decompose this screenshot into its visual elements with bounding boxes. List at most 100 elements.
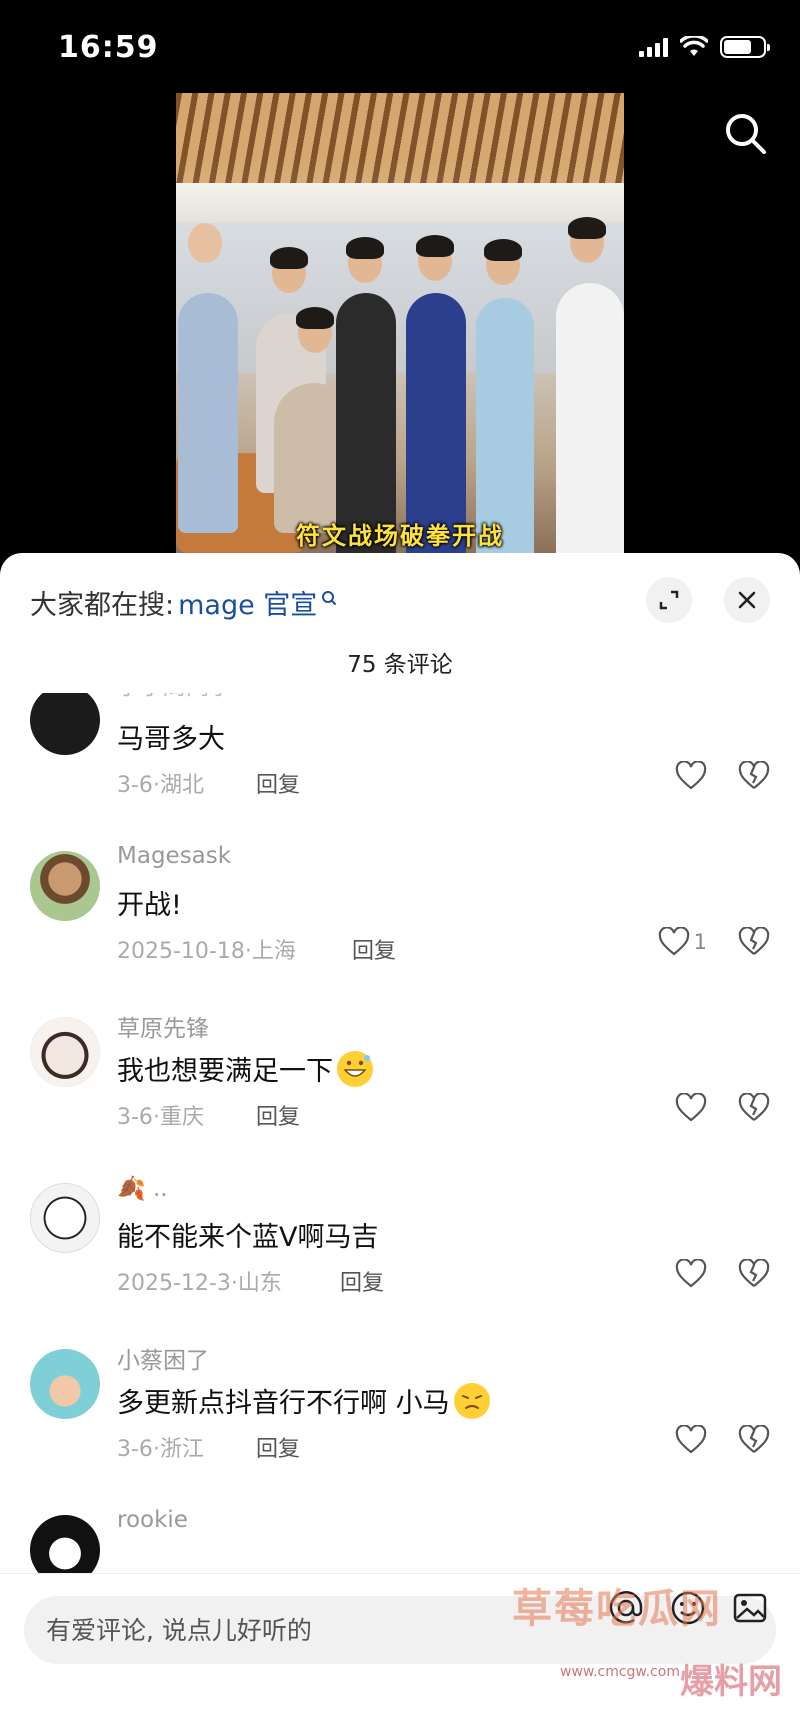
comment-date: 3-6 xyxy=(117,773,153,798)
like-button[interactable] xyxy=(675,1093,707,1123)
trending-prefix: 大家都在搜: xyxy=(30,590,175,621)
broken-heart-icon xyxy=(738,926,770,955)
comment-username[interactable]: 🍂 .. xyxy=(117,1175,168,1202)
watermark-side: 爆料网 xyxy=(680,1662,782,1702)
dislike-button[interactable] xyxy=(738,926,770,961)
meta-separator: · xyxy=(230,1271,238,1296)
signal-icon xyxy=(639,37,668,57)
comment-username[interactable]: 草原先锋 xyxy=(117,1009,209,1043)
video-person-hair xyxy=(484,239,522,261)
trending-search[interactable]: 大家都在搜: mage 官宣 xyxy=(30,583,337,622)
video-ceiling xyxy=(176,93,624,183)
comment-text: 我也想要满足一下 xyxy=(117,1049,373,1088)
broken-heart-icon xyxy=(738,1258,770,1287)
comment-input[interactable] xyxy=(46,1615,526,1645)
avatar[interactable] xyxy=(30,1017,100,1087)
image-icon[interactable] xyxy=(730,1588,770,1628)
like-button[interactable]: 1 xyxy=(658,927,707,957)
video-person-hair xyxy=(270,247,308,269)
video-person xyxy=(556,283,624,555)
meta-separator: · xyxy=(244,939,252,964)
comment-text-value: 能不能来个蓝V啊马吉 xyxy=(117,1222,379,1253)
heart-icon xyxy=(658,927,689,956)
comment-text-value: 我也想要满足一下 xyxy=(117,1056,333,1087)
heart-icon xyxy=(675,761,707,790)
reply-button[interactable]: 回复 xyxy=(256,1099,300,1131)
search-icon[interactable] xyxy=(722,110,770,158)
heart-icon xyxy=(675,1425,707,1454)
comment-sheet: 大家都在搜: mage 官宣 75 条评论 小小周同学 马哥多大 3-6·湖北 … xyxy=(0,553,800,1731)
comment-location: 湖北 xyxy=(159,773,204,798)
status-time: 16:59 xyxy=(58,30,159,65)
video-caption: 符文战场破拳开战 xyxy=(296,522,504,550)
trending-keyword[interactable]: mage 官宣 xyxy=(178,583,317,622)
avatar[interactable] xyxy=(30,693,100,755)
comment-username[interactable]: 小蔡困了 xyxy=(117,1341,209,1375)
comment-text-value: 开战! xyxy=(117,890,182,921)
video-person-hair xyxy=(568,217,606,239)
comment-text-value: 多更新点抖音行不行啊 小马 xyxy=(117,1388,450,1419)
avatar[interactable] xyxy=(30,851,100,921)
reply-button[interactable]: 回复 xyxy=(340,1265,384,1297)
grinning-emoji-icon xyxy=(337,1050,373,1087)
comment-item: Magesask 开战! 2025-10-18·上海 回复 1 xyxy=(0,841,800,1007)
video-player[interactable]: 符文战场破拳开战 xyxy=(176,93,624,555)
comment-text: 马哥多大 xyxy=(117,717,225,756)
meta-separator: · xyxy=(152,1105,160,1130)
battery-icon xyxy=(720,36,770,58)
video-person xyxy=(178,293,238,533)
comment-text-value: 马哥多大 xyxy=(117,724,225,755)
comment-item: 🍂 .. 能不能来个蓝V啊马吉 2025-12-3·山东 回复 xyxy=(0,1173,800,1339)
comment-count: 75 条评论 xyxy=(347,652,453,678)
watermark-logo: 草莓吃瓜网 xyxy=(512,1586,722,1632)
comment-username[interactable]: Magesask xyxy=(117,843,231,869)
annoyed-emoji-icon xyxy=(453,1382,490,1419)
meta-separator: · xyxy=(152,1437,160,1462)
broken-heart-icon xyxy=(738,760,770,789)
wifi-icon xyxy=(680,36,708,56)
reply-button[interactable]: 回复 xyxy=(256,767,300,799)
comment-date: 3-6 xyxy=(117,1105,153,1130)
like-button[interactable] xyxy=(675,761,707,791)
comment-meta: 3-6·重庆 xyxy=(117,1099,204,1131)
avatar[interactable] xyxy=(30,1183,100,1253)
comment-location: 重庆 xyxy=(159,1105,204,1130)
comment-location: 山东 xyxy=(237,1271,282,1296)
comment-input-area: 草莓吃瓜网 www.cmcgw.com 爆料网 xyxy=(0,1573,800,1731)
comment-meta: 3-6·浙江 xyxy=(117,1431,204,1463)
comment-username[interactable]: 小小周同学 xyxy=(117,693,232,701)
dislike-button[interactable] xyxy=(738,1092,770,1127)
expand-icon xyxy=(659,590,679,610)
like-button[interactable] xyxy=(675,1425,707,1455)
status-icons xyxy=(639,36,770,58)
comment-item: 草原先锋 我也想要满足一下 3-6·重庆 回复 xyxy=(0,1007,800,1173)
comment-location: 浙江 xyxy=(159,1437,204,1462)
dislike-button[interactable] xyxy=(738,1258,770,1293)
dislike-button[interactable] xyxy=(738,1424,770,1459)
reply-button[interactable]: 回复 xyxy=(256,1431,300,1463)
meta-separator: · xyxy=(152,773,160,798)
video-lights xyxy=(176,183,624,223)
avatar[interactable] xyxy=(30,1349,100,1419)
dislike-button[interactable] xyxy=(738,760,770,795)
close-icon xyxy=(738,591,756,609)
comment-date: 2025-10-18 xyxy=(117,939,245,964)
broken-heart-icon xyxy=(738,1424,770,1453)
comment-date: 2025-12-3 xyxy=(117,1271,231,1296)
comment-text: 多更新点抖音行不行啊 小马 xyxy=(117,1381,490,1420)
reply-button[interactable]: 回复 xyxy=(352,933,396,965)
heart-icon xyxy=(675,1259,707,1288)
close-button[interactable] xyxy=(724,577,770,623)
expand-button[interactable] xyxy=(646,577,692,623)
heart-icon xyxy=(675,1093,707,1122)
video-person-hair xyxy=(346,237,384,259)
comment-username[interactable]: rookie xyxy=(117,1507,188,1533)
video-person-hair xyxy=(296,307,334,329)
video-person-head xyxy=(188,223,222,263)
like-button[interactable] xyxy=(675,1259,707,1289)
comment-text: 开战! xyxy=(117,883,182,922)
watermark-url: www.cmcgw.com xyxy=(560,1664,680,1680)
comment-list[interactable]: 小小周同学 马哥多大 3-6·湖北 回复 Magesask 开战! 2025-1… xyxy=(0,693,800,1593)
comment-item: 小小周同学 马哥多大 3-6·湖北 回复 xyxy=(0,693,800,841)
comment-meta: 3-6·湖北 xyxy=(117,767,204,799)
